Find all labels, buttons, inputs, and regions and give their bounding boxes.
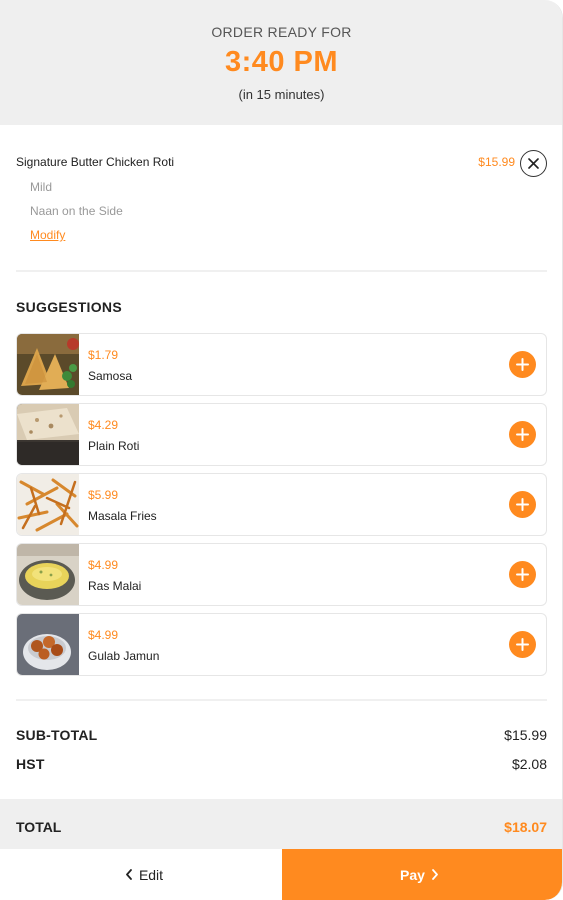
tax-label: HST: [16, 756, 45, 772]
add-suggestion-button[interactable]: [509, 421, 536, 448]
plus-icon: [516, 638, 529, 651]
suggestion-price: $1.79: [88, 348, 119, 362]
suggestion-price: $5.99: [88, 488, 119, 502]
close-icon: [528, 158, 539, 169]
total-label: TOTAL: [16, 819, 62, 835]
pay-button[interactable]: Pay: [282, 849, 562, 900]
suggestion-card-ras-malai[interactable]: $4.99 Ras Malai: [16, 543, 547, 606]
samosa-image: [17, 334, 79, 395]
modify-link[interactable]: Modify: [30, 228, 65, 242]
suggestion-price: $4.29: [88, 418, 119, 432]
plus-icon: [516, 428, 529, 441]
cart-item-option: Naan on the Side: [30, 204, 123, 218]
remove-item-button[interactable]: [520, 150, 547, 177]
subtotal-value: $15.99: [504, 727, 547, 743]
suggestion-card-gulab-jamun[interactable]: $4.99 Gulab Jamun: [16, 613, 547, 676]
suggestion-name: Masala Fries: [88, 509, 157, 523]
suggestion-card-masala-fries[interactable]: $5.99 Masala Fries: [16, 473, 547, 536]
suggestion-name: Plain Roti: [88, 439, 140, 453]
suggestion-name: Gulab Jamun: [88, 649, 160, 663]
suggestion-price: $4.99: [88, 558, 119, 572]
suggestion-card-samosa[interactable]: $1.79 Samosa: [16, 333, 547, 396]
subtotal-label: SUB-TOTAL: [16, 727, 98, 743]
ready-time: 3:40 PM: [224, 46, 339, 78]
ready-eta: (in 15 minutes): [238, 87, 325, 102]
ready-label: ORDER READY FOR: [211, 24, 352, 40]
plain-roti-image: [17, 404, 79, 465]
action-bar: Edit Pay: [0, 849, 562, 900]
add-suggestion-button[interactable]: [509, 561, 536, 588]
suggestion-price: $4.99: [88, 628, 119, 642]
total-row: TOTAL $18.07: [0, 799, 562, 849]
add-suggestion-button[interactable]: [509, 351, 536, 378]
suggestion-name: Samosa: [88, 369, 133, 383]
total-value: $18.07: [504, 819, 547, 835]
pickup-header: ORDER READY FOR 3:40 PM (in 15 minutes): [0, 0, 562, 125]
plus-icon: [516, 568, 529, 581]
edit-button[interactable]: Edit: [0, 849, 282, 900]
plus-icon: [516, 498, 529, 511]
divider: [16, 270, 547, 272]
checkout-screen: ORDER READY FOR 3:40 PM (in 15 minutes) …: [0, 0, 563, 900]
add-suggestion-button[interactable]: [509, 631, 536, 658]
plus-icon: [516, 358, 529, 371]
chevron-left-icon: [126, 869, 132, 880]
gulab-jamun-image: [17, 614, 79, 675]
suggestions-title: SUGGESTIONS: [16, 299, 122, 315]
ras-malai-image: [17, 544, 79, 605]
pay-label: Pay: [400, 866, 425, 883]
divider: [16, 699, 547, 701]
chevron-right-icon: [432, 869, 438, 880]
tax-value: $2.08: [511, 756, 547, 772]
suggestion-name: Ras Malai: [88, 579, 142, 593]
cart-item-name: Signature Butter Chicken Roti: [16, 155, 175, 169]
masala-fries-image: [17, 474, 79, 535]
cart-item-option: Mild: [30, 180, 53, 194]
suggestion-card-plain-roti[interactable]: $4.29 Plain Roti: [16, 403, 547, 466]
add-suggestion-button[interactable]: [509, 491, 536, 518]
cart-item: Signature Butter Chicken Roti $15.99 Mil…: [16, 150, 547, 260]
cart-item-price: $15.99: [478, 155, 515, 169]
edit-label: Edit: [138, 866, 164, 883]
